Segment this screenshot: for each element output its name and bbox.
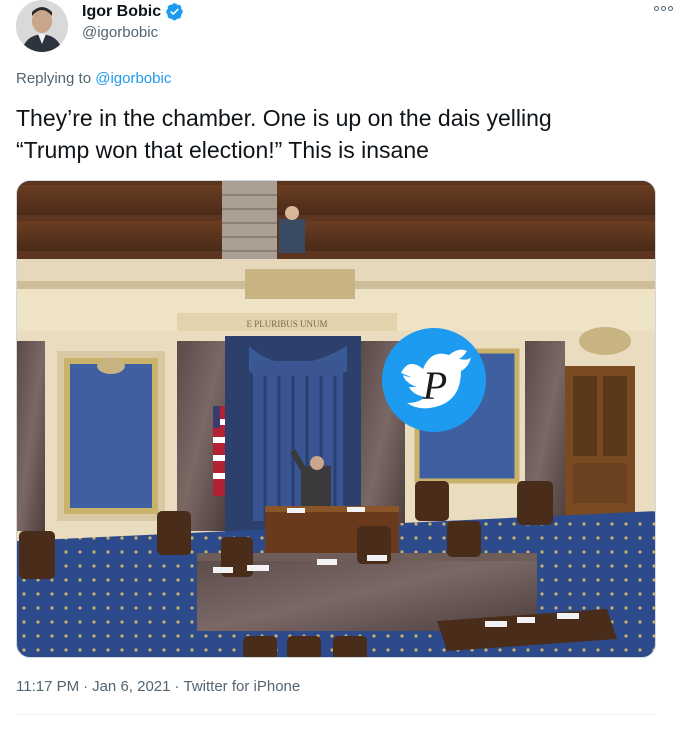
tweet-photo[interactable]: E PLURIBUS UNUM P (16, 180, 656, 658)
replying-to: Replying to @igorbobic (16, 70, 171, 87)
avatar[interactable] (16, 0, 68, 52)
tweet-header: Igor Bobic @igorbobic (16, 0, 676, 56)
user-handle[interactable]: @igorbobic (82, 24, 158, 41)
display-name[interactable]: Igor Bobic (82, 3, 161, 21)
tweet-text: They’re in the chamber. One is up on the… (16, 102, 656, 166)
tweet-metadata: 11:17 PM · Jan 6, 2021 · Twitter for iPh… (16, 678, 300, 695)
separator-dot: · (174, 678, 180, 695)
tweet-source[interactable]: Twitter for iPhone (184, 678, 301, 695)
senate-chamber-photo: E PLURIBUS UNUM (17, 181, 655, 657)
name-row: Igor Bobic (82, 2, 184, 21)
replying-to-label: Replying to (16, 70, 92, 87)
tweet-date[interactable]: Jan 6, 2021 (92, 678, 170, 695)
separator-dot: · (83, 678, 89, 695)
verified-badge-icon (166, 3, 183, 21)
watermark-letter: P (422, 363, 447, 408)
tweet-text-line-1: They’re in the chamber. One is up on the… (16, 105, 552, 131)
tweet-text-line-2: “Trump won that election!” This is insan… (16, 137, 429, 163)
watermark-bird-icon: P (382, 328, 486, 432)
reply-target-link[interactable]: @igorbobic (95, 70, 171, 87)
divider (16, 714, 656, 715)
more-options-icon[interactable] (654, 6, 676, 16)
tweet-time[interactable]: 11:17 PM (16, 678, 79, 695)
inscription: E PLURIBUS UNUM (246, 319, 327, 329)
avatar-photo (16, 0, 68, 52)
